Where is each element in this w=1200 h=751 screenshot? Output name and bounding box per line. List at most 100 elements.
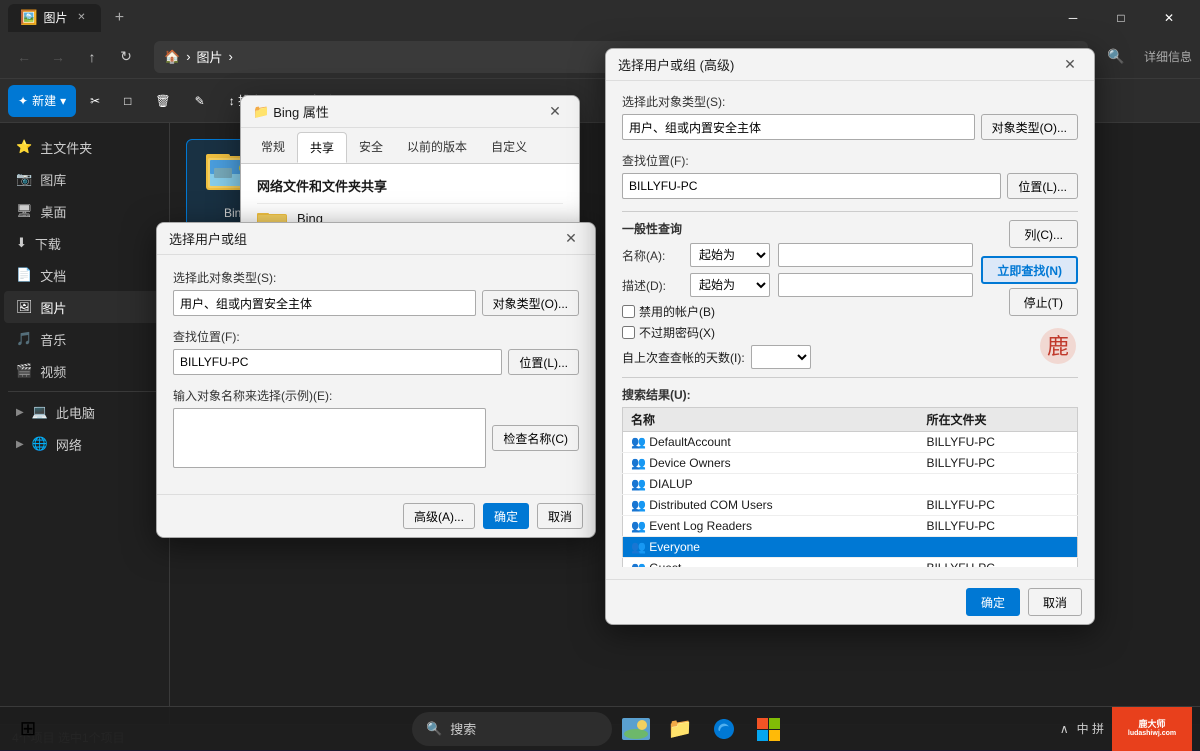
adv-object-type-input[interactable] bbox=[622, 114, 975, 140]
back-btn[interactable]: ← bbox=[8, 41, 40, 73]
pictures-icon: 🖼 bbox=[16, 299, 33, 315]
adv-location-input[interactable] bbox=[622, 173, 1001, 199]
forward-btn[interactable]: → bbox=[42, 41, 74, 73]
desc-input[interactable] bbox=[778, 273, 973, 297]
adv-cancel-btn[interactable]: 取消 bbox=[1028, 588, 1082, 616]
select-user-small-close[interactable]: ✕ bbox=[559, 227, 583, 251]
ludashen-text2: ludashiwj.com bbox=[1128, 730, 1176, 738]
table-row[interactable]: 👥 Device Owners BILLYFU-PC bbox=[623, 453, 1078, 474]
taskbar-app1[interactable] bbox=[616, 709, 656, 749]
tab-close-btn[interactable]: ✕ bbox=[73, 10, 89, 26]
object-name-textarea[interactable] bbox=[173, 408, 486, 468]
results-scrollable[interactable]: 名称 所在文件夹 👥 DefaultAccount BILLYFU-PC 👥 D… bbox=[622, 407, 1078, 567]
col-name-header[interactable]: 名称 bbox=[623, 408, 919, 432]
ludashen-icon: 鹿 bbox=[1038, 326, 1078, 369]
taskbar-lang[interactable]: 中 拼 bbox=[1077, 720, 1104, 737]
bing-props-icon: 📁 bbox=[253, 104, 269, 120]
network-icon: 🌐 bbox=[32, 436, 48, 452]
tab-security[interactable]: 安全 bbox=[347, 132, 395, 163]
select-user-small-titlebar: 选择用户或组 ✕ bbox=[157, 223, 595, 255]
minimize-btn[interactable]: ─ bbox=[1050, 0, 1096, 35]
up-btn[interactable]: ↑ bbox=[76, 41, 108, 73]
result-user-icon: 👥 bbox=[631, 456, 646, 470]
location-input[interactable] bbox=[173, 349, 502, 375]
search-btn[interactable]: 🔍 bbox=[1100, 41, 1132, 73]
taskbar: ⊞ 🔍 搜索 📁 bbox=[0, 706, 1200, 750]
name-select[interactable]: 起始为 bbox=[690, 243, 770, 267]
col-location-header[interactable]: 所在文件夹 bbox=[918, 408, 1077, 432]
table-row[interactable]: 👥 Guest BILLYFU-PC bbox=[623, 558, 1078, 568]
advanced-btn[interactable]: 高级(A)... bbox=[403, 503, 475, 529]
sidebar-item-videos[interactable]: 🎬 视频 bbox=[4, 355, 165, 387]
cancel-btn[interactable]: 取消 bbox=[537, 503, 583, 529]
tab-share[interactable]: 共享 bbox=[297, 132, 347, 163]
days-select[interactable] bbox=[751, 345, 811, 369]
tab-custom[interactable]: 自定义 bbox=[479, 132, 539, 163]
table-row[interactable]: 👥 Event Log Readers BILLYFU-PC bbox=[623, 516, 1078, 537]
detail-info-btn[interactable]: 详细信息 bbox=[1144, 48, 1192, 65]
location-btn[interactable]: 位置(L)... bbox=[508, 349, 579, 375]
taskbar-explorer[interactable]: 📁 bbox=[660, 709, 700, 749]
sidebar-item-pictures[interactable]: 🖼 图片 bbox=[4, 291, 165, 323]
tab-folder-icon: 🖼️ bbox=[20, 9, 37, 26]
table-row[interactable]: 👥 DIALUP bbox=[623, 474, 1078, 495]
adv-location-btn[interactable]: 位置(L)... bbox=[1007, 173, 1078, 199]
search-now-btn[interactable]: 立即查找(N) bbox=[981, 256, 1078, 284]
adv-object-type-row: 对象类型(O)... bbox=[622, 114, 1078, 140]
no-expire-checkbox[interactable] bbox=[622, 326, 635, 339]
expand-icon2: ▶ bbox=[16, 439, 24, 450]
object-type-input[interactable] bbox=[173, 290, 476, 316]
result-user-icon: 👥 bbox=[631, 498, 646, 512]
cut-btn[interactable]: ✂ bbox=[80, 85, 110, 117]
object-type-btn[interactable]: 对象类型(O)... bbox=[482, 290, 579, 316]
taskbar-up-arrow[interactable]: ∧ bbox=[1060, 722, 1069, 736]
close-btn[interactable]: ✕ bbox=[1146, 0, 1192, 35]
taskbar-center: 🔍 搜索 📁 bbox=[412, 709, 788, 749]
table-row[interactable]: 👥 DefaultAccount BILLYFU-PC bbox=[623, 432, 1078, 453]
select-user-adv-close[interactable]: ✕ bbox=[1058, 53, 1082, 77]
ok-btn[interactable]: 确定 bbox=[483, 503, 529, 529]
days-label: 自上次查查帐的天数(I): bbox=[622, 349, 745, 366]
sidebar-item-desktop[interactable]: 🖥 桌面 bbox=[4, 195, 165, 227]
name-input[interactable] bbox=[778, 243, 973, 267]
name-row: 名称(A): 起始为 bbox=[622, 243, 973, 267]
stop-btn[interactable]: 停止(T) bbox=[1009, 288, 1078, 316]
query-right-btns: 列(C)... 立即查找(N) 停止(T) 鹿 bbox=[981, 220, 1078, 369]
rename-btn[interactable]: ✎ bbox=[185, 85, 215, 117]
sidebar-item-computer[interactable]: ▶ 💻 此电脑 bbox=[4, 396, 165, 428]
result-user-icon: 👥 bbox=[631, 540, 646, 554]
table-row[interactable]: 👥 Everyone bbox=[623, 537, 1078, 558]
sidebar-item-downloads[interactable]: ⬇ 下载 bbox=[4, 227, 165, 259]
delete-btn[interactable]: 🗑 bbox=[145, 85, 180, 117]
new-icon: ✦ bbox=[18, 94, 28, 108]
sidebar-item-network[interactable]: ▶ 🌐 网络 bbox=[4, 428, 165, 460]
tab-previous[interactable]: 以前的版本 bbox=[395, 132, 479, 163]
address-arrow: › bbox=[229, 49, 233, 64]
tab-general[interactable]: 常规 bbox=[249, 132, 297, 163]
new-tab-btn[interactable]: + bbox=[105, 4, 133, 32]
start-btn[interactable]: ⊞ bbox=[8, 709, 48, 749]
adv-object-type-btn[interactable]: 对象类型(O)... bbox=[981, 114, 1078, 140]
sidebar-item-music[interactable]: 🎵 音乐 bbox=[4, 323, 165, 355]
bing-props-close[interactable]: ✕ bbox=[543, 100, 567, 124]
select-user-small-body: 选择此对象类型(S): 对象类型(O)... 查找位置(F): 位置(L)...… bbox=[157, 255, 595, 494]
table-row[interactable]: 👥 Distributed COM Users BILLYFU-PC bbox=[623, 495, 1078, 516]
check-names-btn[interactable]: 检查名称(C) bbox=[492, 425, 579, 451]
bing-props-title: Bing 属性 bbox=[273, 102, 329, 121]
copy-btn[interactable]: □ bbox=[114, 85, 141, 117]
disabled-checkbox[interactable] bbox=[622, 305, 635, 318]
explorer-tab[interactable]: 🖼️ 图片 ✕ bbox=[8, 4, 101, 32]
sidebar-item-home[interactable]: ⭐ 主文件夹 bbox=[4, 131, 165, 163]
sidebar-item-gallery[interactable]: 📷 图库 bbox=[4, 163, 165, 195]
desc-select[interactable]: 起始为 bbox=[690, 273, 770, 297]
new-button[interactable]: ✦ 新建 ▾ bbox=[8, 85, 76, 117]
taskbar-edge[interactable] bbox=[704, 709, 744, 749]
sidebar-item-documents[interactable]: 📄 文档 bbox=[4, 259, 165, 291]
result-location-cell: BILLYFU-PC bbox=[918, 495, 1077, 516]
adv-ok-btn[interactable]: 确定 bbox=[966, 588, 1020, 616]
taskbar-search[interactable]: 🔍 搜索 bbox=[412, 712, 612, 746]
refresh-btn[interactable]: ↻ bbox=[110, 41, 142, 73]
maximize-btn[interactable]: □ bbox=[1098, 0, 1144, 35]
col-btn[interactable]: 列(C)... bbox=[1009, 220, 1078, 248]
taskbar-store[interactable] bbox=[748, 709, 788, 749]
